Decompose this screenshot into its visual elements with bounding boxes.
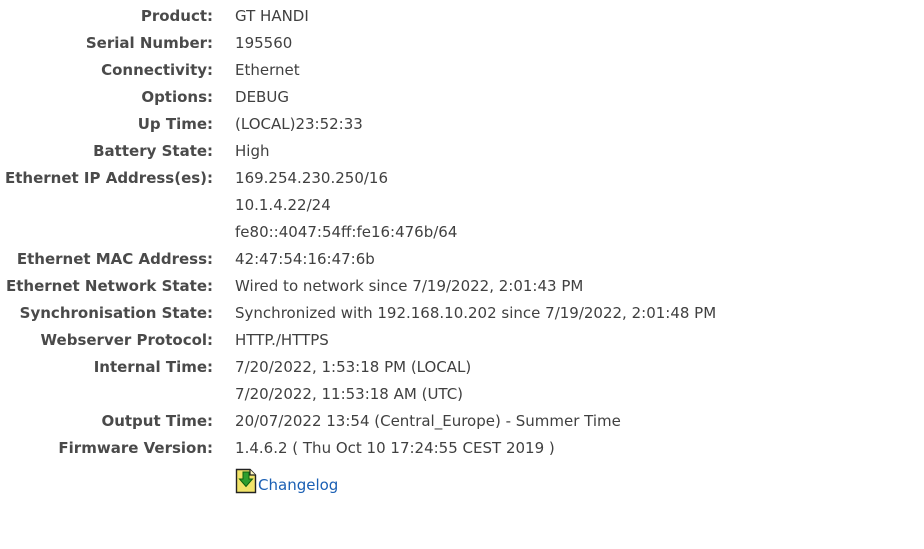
info-row: Product: GT HANDI (5, 3, 716, 30)
info-label: Firmware Version: (58, 439, 214, 457)
info-value-cell: 42:47:54:16:47:6b (235, 246, 716, 273)
info-value-cell: Ethernet (235, 57, 716, 84)
info-row: Webserver Protocol: HTTP./HTTPS (5, 327, 716, 354)
info-value: 1.4.6.2 ( Thu Oct 10 17:24:55 CEST 2019 … (235, 439, 555, 457)
info-label: Options: (141, 88, 214, 106)
info-value-cell: 169.254.230.250/1610.1.4.22/24fe80::4047… (235, 165, 716, 246)
info-row: Ethernet IP Address(es): 169.254.230.250/… (5, 165, 716, 246)
changelog-link[interactable]: Changelog (235, 468, 338, 494)
info-row: Options: DEBUG (5, 84, 716, 111)
info-label: Up Time: (137, 115, 214, 133)
changelog-cell: Changelog (235, 462, 716, 506)
info-value-cell: 1.4.6.2 ( Thu Oct 10 17:24:55 CEST 2019 … (235, 435, 716, 462)
download-document-icon[interactable] (235, 468, 257, 494)
info-row: Connectivity: Ethernet (5, 57, 716, 84)
info-row: Internal Time: 7/20/2022, 1:53:18 PM (LOC… (5, 354, 716, 408)
info-label: Output Time: (101, 412, 214, 430)
info-value-cell: DEBUG (235, 84, 716, 111)
info-label: Ethernet Network State: (6, 277, 214, 295)
info-label: Ethernet MAC Address: (16, 250, 214, 268)
info-value-cell: Synchronized with 192.168.10.202 since 7… (235, 300, 716, 327)
info-value-cell: 7/20/2022, 1:53:18 PM (LOCAL) 7/20/2022, … (235, 354, 716, 408)
info-value-cell: High (235, 138, 716, 165)
info-row: Serial Number: 195560 (5, 30, 716, 57)
info-value-cell: HTTP./HTTPS (235, 327, 716, 354)
info-value: GT HANDI (235, 7, 309, 25)
info-row: Battery State: High (5, 138, 716, 165)
info-label: Battery State: (93, 142, 214, 160)
changelog-label-cell (5, 462, 235, 506)
device-info-body: Product: GT HANDI Serial Number: 195560 Conn… (5, 3, 716, 462)
changelog-row: Changelog (5, 462, 716, 506)
info-value: 10.1.4.22/24 (235, 196, 331, 214)
info-value: 195560 (235, 34, 293, 52)
info-value-cell: (LOCAL)23:52:33 (235, 111, 716, 138)
info-value: 7/20/2022, 1:53:18 PM (LOCAL) (235, 358, 472, 376)
info-row: Up Time: (LOCAL)23:52:33 (5, 111, 716, 138)
info-value: DEBUG (235, 88, 289, 106)
info-value: Wired to network since 7/19/2022, 2:01:4… (235, 277, 584, 295)
info-value: fe80::4047:54ff:fe16:476b/64 (235, 223, 458, 241)
info-row: Ethernet Network State: Wired to network … (5, 273, 716, 300)
info-value: 42:47:54:16:47:6b (235, 250, 375, 268)
info-label: Product: (140, 7, 214, 25)
info-value: 7/20/2022, 11:53:18 AM (UTC) (235, 385, 464, 403)
info-label: Connectivity: (101, 61, 214, 79)
info-label: Internal Time: (93, 358, 214, 376)
changelog-label[interactable]: Changelog (258, 476, 338, 494)
info-value: 169.254.230.250/16 (235, 169, 388, 187)
info-row: Synchronisation State: Synchronized with … (5, 300, 717, 327)
info-label: Synchronisation State: (19, 304, 214, 322)
info-value-cell: 195560 (235, 30, 716, 57)
info-value: (LOCAL)23:52:33 (235, 115, 363, 133)
info-value-cell: 20/07/2022 13:54 (Central_Europe) - Summ… (235, 408, 716, 435)
info-value: Synchronized with 192.168.10.202 since 7… (235, 304, 717, 322)
info-row: Output Time: 20/07/2022 13:54 (Central_Eu… (5, 408, 716, 435)
device-info-table: Product: GT HANDI Serial Number: 195560 Conn… (5, 3, 716, 506)
info-label: Webserver Protocol: (40, 331, 214, 349)
info-value: Ethernet (235, 61, 300, 79)
info-label: Serial Number: (85, 34, 214, 52)
info-value: HTTP./HTTPS (235, 331, 329, 349)
info-value: High (235, 142, 270, 160)
info-label: Ethernet IP Address(es): (5, 169, 214, 187)
info-row: Ethernet MAC Address: 42:47:54:16:47:6b (5, 246, 716, 273)
info-value-cell: Wired to network since 7/19/2022, 2:01:4… (235, 273, 716, 300)
info-value: 20/07/2022 13:54 (Central_Europe) - Summ… (235, 412, 621, 430)
info-value-cell: GT HANDI (235, 3, 716, 30)
info-row: Firmware Version: 1.4.6.2 ( Thu Oct 10 17… (5, 435, 716, 462)
